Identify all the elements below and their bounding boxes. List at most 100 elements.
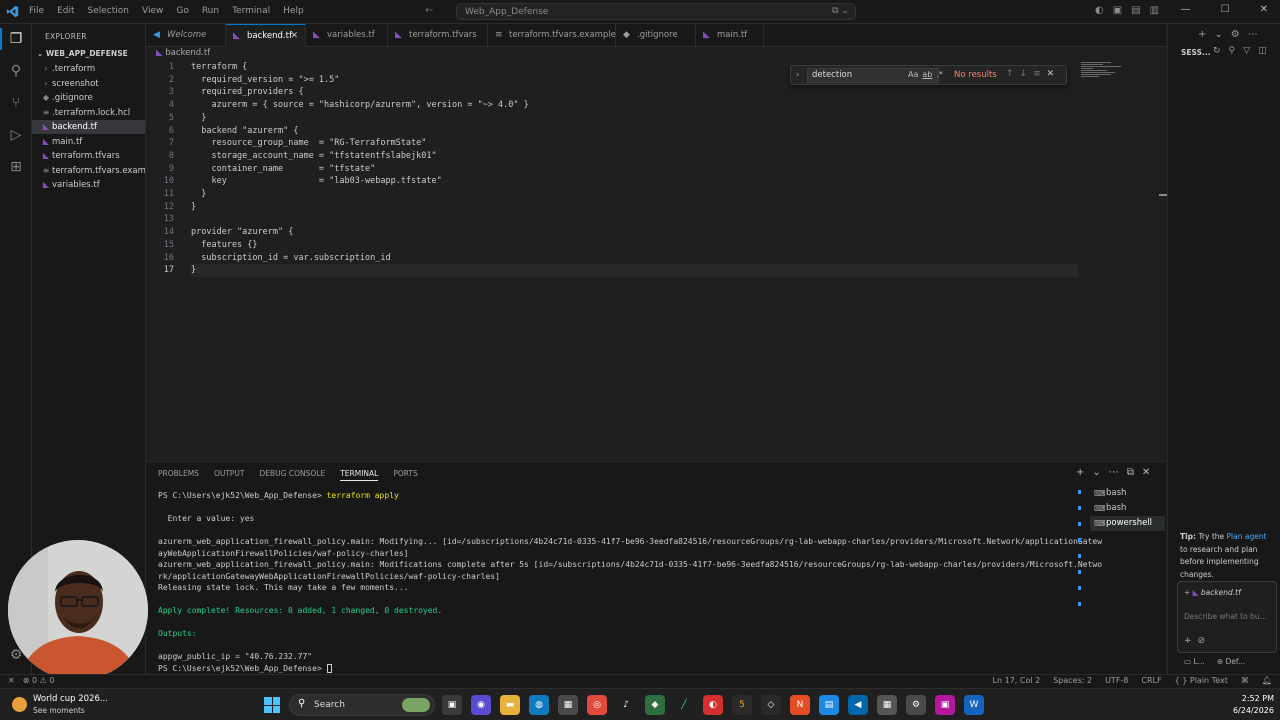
app-icon[interactable]: W xyxy=(964,695,984,715)
app-icon[interactable]: ◆ xyxy=(645,695,665,715)
explorer-item[interactable]: ≡ .terraform.lock.hcl xyxy=(32,106,145,120)
app-icon[interactable]: ▤ xyxy=(819,695,839,715)
start-button[interactable] xyxy=(264,697,280,713)
run-debug-icon[interactable]: ▷ xyxy=(7,126,25,144)
previous-match-icon[interactable]: ↑ xyxy=(1006,69,1014,79)
tab-welcome[interactable]: ◀ Welcome xyxy=(146,24,226,47)
notifications-icon[interactable]: 🔔︎ xyxy=(1262,676,1272,685)
settings-icon[interactable]: ⚙ xyxy=(906,695,926,715)
more-actions-icon[interactable]: ⋯ xyxy=(1109,467,1119,478)
close-panel-icon[interactable]: ✕ xyxy=(1142,467,1150,478)
terminal-instance[interactable]: ⌨ bash xyxy=(1090,501,1165,516)
filter-icon[interactable]: ▽ xyxy=(1243,46,1250,56)
menu-terminal[interactable]: Terminal xyxy=(232,6,270,16)
match-case-icon[interactable]: Aa xyxy=(908,70,918,79)
close-tab-icon[interactable]: ✕ xyxy=(290,25,298,48)
new-chat-icon[interactable]: + xyxy=(1198,29,1206,40)
remote-icon[interactable]: ✕ xyxy=(8,676,15,685)
taskbar-search[interactable]: ⚲ Search xyxy=(289,694,435,716)
workspace-root[interactable]: ⌄ WEB_APP_DEFENSE xyxy=(37,49,128,58)
add-context-icon[interactable]: + xyxy=(1184,636,1192,646)
explorer-item[interactable]: ◣ main.tf xyxy=(32,135,145,149)
app-icon[interactable]: N xyxy=(790,695,810,715)
app-icon[interactable]: ◐ xyxy=(703,695,723,715)
task-view-icon[interactable]: ▣ xyxy=(442,695,462,715)
tab-tfvars[interactable]: ◣ terraform.tfvars xyxy=(388,24,488,47)
breadcrumb[interactable]: ◣ backend.tf xyxy=(156,48,210,58)
menu-view[interactable]: View xyxy=(142,6,163,16)
app-icon[interactable]: 5 xyxy=(732,695,752,715)
app-icon[interactable]: ╱ xyxy=(674,695,694,715)
store-icon[interactable]: ▦ xyxy=(558,695,578,715)
menu-selection[interactable]: Selection xyxy=(88,6,129,16)
toggle-primary-sidebar-icon[interactable]: ▣ xyxy=(1113,5,1122,16)
minimize-icon[interactable]: — xyxy=(1181,4,1191,15)
cursor-position[interactable]: Ln 17, Col 2 xyxy=(993,676,1041,685)
toggle-panel-icon[interactable]: ▤ xyxy=(1131,5,1140,16)
collapse-icon[interactable]: ◫ xyxy=(1258,46,1267,56)
chevron-down-icon[interactable]: ⌄ xyxy=(1092,467,1100,478)
problems-indicator[interactable]: ⊗ 0 ⚠ 0 xyxy=(23,676,55,685)
chevron-down-icon[interactable]: ⌄ xyxy=(1214,29,1222,40)
tab-problems[interactable]: PROBLEMS xyxy=(158,469,199,481)
terminal-instance[interactable]: ⌨ powershell xyxy=(1090,516,1165,531)
app-icon[interactable]: ◇ xyxy=(761,695,781,715)
language-mode[interactable]: { } Plain Text xyxy=(1175,676,1228,685)
copilot-status-icon[interactable]: ⌘ xyxy=(1241,676,1249,685)
file-explorer-icon[interactable]: ▬ xyxy=(500,695,520,715)
explorer-icon[interactable]: ❐ xyxy=(7,30,25,48)
indentation[interactable]: Spaces: 2 xyxy=(1053,676,1092,685)
more-actions-icon[interactable]: ⋯ xyxy=(1248,29,1258,40)
menu-file[interactable]: File xyxy=(29,6,44,16)
tab-variables[interactable]: ◣ variables.tf xyxy=(306,24,388,47)
context-chip[interactable]: + ◣ backend.tf xyxy=(1184,588,1241,597)
accounts-icon[interactable]: ◐ xyxy=(1095,5,1104,16)
copilot-app-icon[interactable]: ◉ xyxy=(471,695,491,715)
explorer-item[interactable]: ◣ variables.tf xyxy=(32,178,145,192)
close-find-icon[interactable]: ✕ xyxy=(1047,69,1055,79)
maximize-icon[interactable]: ☐ xyxy=(1221,4,1230,15)
app-icon[interactable]: ▦ xyxy=(877,695,897,715)
tools-icon[interactable]: ⊘ xyxy=(1198,636,1206,646)
find-in-selection-icon[interactable]: ≡ xyxy=(1033,69,1041,79)
plan-agent-link[interactable]: Plan agent xyxy=(1227,532,1267,541)
explorer-item[interactable]: › screenshot xyxy=(32,77,145,91)
search-icon[interactable]: ⚲ xyxy=(7,62,25,80)
source-control-icon[interactable]: ⑂ xyxy=(7,94,25,112)
new-terminal-icon[interactable]: + xyxy=(1076,467,1084,478)
line-ending[interactable]: CRLF xyxy=(1141,676,1161,685)
tab-terminal[interactable]: TERMINAL xyxy=(340,469,379,481)
menu-edit[interactable]: Edit xyxy=(57,6,74,16)
maximize-panel-icon[interactable]: ⧉ xyxy=(1127,467,1134,478)
next-match-icon[interactable]: ↓ xyxy=(1020,69,1028,79)
local-mode-button[interactable]: ▭ L... xyxy=(1184,657,1205,666)
chrome-icon[interactable]: ◎ xyxy=(587,695,607,715)
explorer-item[interactable]: ◣ backend.tf xyxy=(32,120,145,134)
explorer-item[interactable]: ◣ terraform.tfvars xyxy=(32,149,145,163)
vscode-taskbar-icon[interactable]: ◀ xyxy=(848,695,868,715)
match-whole-word-icon[interactable]: ab xyxy=(922,70,932,79)
tab-debug-console[interactable]: DEBUG CONSOLE xyxy=(260,469,326,481)
system-clock[interactable]: 2:52 PM 6/24/2026 xyxy=(1226,693,1274,717)
explorer-item[interactable]: › .terraform xyxy=(32,62,145,76)
app-icon[interactable]: ▣ xyxy=(935,695,955,715)
tiktok-icon[interactable]: ♪ xyxy=(616,695,636,715)
minimap[interactable] xyxy=(1081,62,1131,92)
code-editor[interactable]: 1 terraform {2 required_version = ">= 1.5… xyxy=(146,58,1167,460)
tab-main[interactable]: ◣ main.tf xyxy=(696,24,764,47)
toggle-replace-icon[interactable]: › xyxy=(796,70,799,79)
regex-icon[interactable]: .* xyxy=(936,70,943,79)
chat-input[interactable]: Describe what to bu... xyxy=(1184,612,1267,621)
tab-backend[interactable]: ◣ backend.tf ✕ xyxy=(226,24,306,47)
back-arrow-icon[interactable]: ← xyxy=(425,5,433,16)
menu-help[interactable]: Help xyxy=(283,6,304,16)
menu-run[interactable]: Run xyxy=(202,6,219,16)
toggle-secondary-sidebar-icon[interactable]: ▥ xyxy=(1150,5,1159,16)
encoding[interactable]: UTF-8 xyxy=(1105,676,1128,685)
edge-icon[interactable]: ◍ xyxy=(529,695,549,715)
default-agent-button[interactable]: ⊕ Def... xyxy=(1217,657,1245,666)
explorer-item[interactable]: ≡terraform.tfvars.examp... xyxy=(32,164,145,178)
refresh-icon[interactable]: ↻ xyxy=(1213,46,1221,56)
terminal-output[interactable]: PS C:\Users\ejk52\Web_App_Defense> terra… xyxy=(158,490,1102,674)
tab-tfvars-example[interactable]: ≡ terraform.tfvars.example xyxy=(488,24,616,47)
